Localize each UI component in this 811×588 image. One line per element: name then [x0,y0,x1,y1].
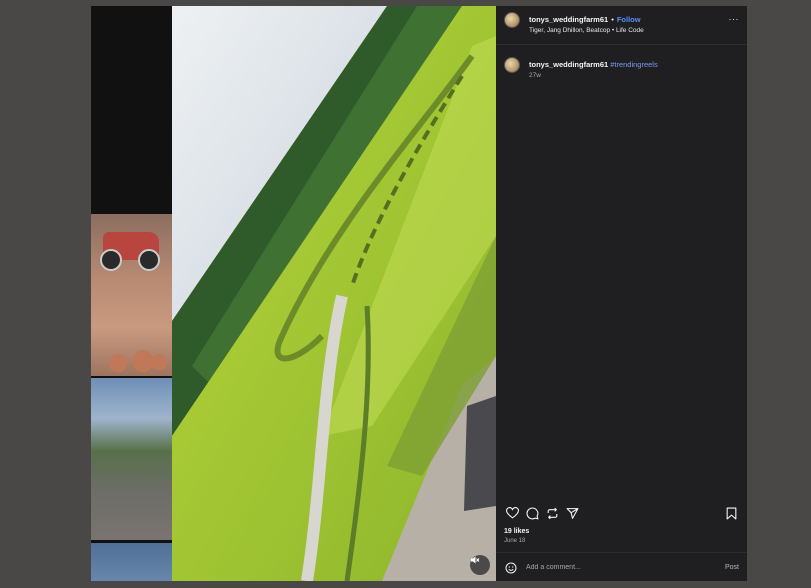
send-icon [566,507,578,519]
emoji-button[interactable] [504,561,518,575]
reel-frame [172,6,496,581]
hashtag-link[interactable]: #trendingreels [610,60,658,69]
post-modal: tonys_weddingfarm61 • Follow Tiger, Jang D… [172,6,747,581]
feed-thumbnail-car[interactable] [91,378,172,540]
share-button[interactable] [564,505,580,521]
reel-video[interactable] [172,6,496,581]
more-options-icon[interactable]: ··· [729,14,740,24]
car-wheel [100,249,122,271]
comment-icon [526,507,538,519]
save-button[interactable] [723,505,739,521]
post-header: tonys_weddingfarm61 • Follow Tiger, Jang D… [496,6,747,45]
post-age[interactable]: 27w [529,70,658,81]
repost-button[interactable] [544,505,560,521]
bookmark-icon [726,507,736,519]
post-comment-button[interactable]: Post [725,564,739,571]
separator-dot: • [611,15,614,24]
feed-thumbnail-sky[interactable] [91,543,172,581]
author-username[interactable]: tonys_weddingfarm61 [529,15,608,24]
post-details-panel: tonys_weddingfarm61 • Follow Tiger, Jang D… [496,6,747,581]
mute-button[interactable] [470,555,490,575]
heart-icon [505,507,519,519]
mute-icon [471,556,480,564]
audio-track[interactable]: Tiger, Jang Dhillon, Beatcop • Life Code [529,25,644,36]
comment-button[interactable] [524,505,540,521]
follow-button[interactable]: Follow [617,15,641,24]
avatar[interactable] [504,57,520,73]
repost-icon [547,507,557,519]
caption-username[interactable]: tonys_weddingfarm61 [529,60,608,69]
action-bar [504,505,739,521]
caption: tonys_weddingfarm61 #trendingreels 27w [496,45,747,81]
background-feed [91,6,172,581]
comment-input[interactable] [526,564,725,571]
avatar[interactable] [504,12,520,28]
like-count[interactable]: 19 likes [504,528,529,535]
car-wheel [138,249,160,271]
emoji-icon [505,562,517,573]
like-button[interactable] [504,505,520,521]
comment-bar: Post [496,552,747,582]
post-date: June 18 [504,538,526,544]
